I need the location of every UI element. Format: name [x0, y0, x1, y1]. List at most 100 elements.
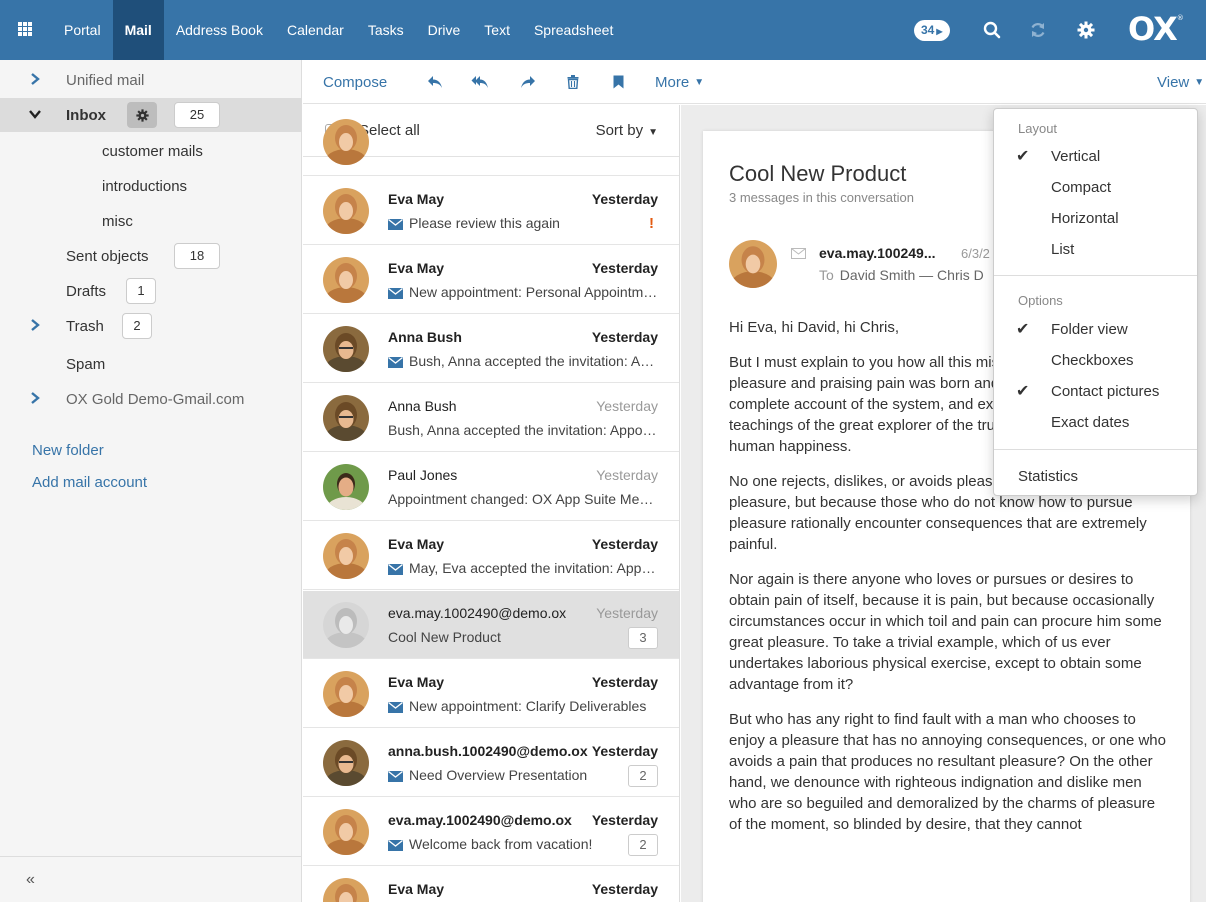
folder-customer-mails[interactable]: customer mails [0, 134, 302, 168]
settings-gear-icon[interactable] [1072, 16, 1100, 44]
mail-date: Yesterday [591, 536, 658, 552]
mail-list-item[interactable]: Paul Jones Yesterday Appointment changed: … [303, 453, 679, 521]
layout-horizontal-option[interactable]: Horizontal [994, 205, 1197, 235]
option-label: Vertical [1051, 148, 1101, 165]
tab-portal[interactable]: Portal [52, 0, 113, 60]
folder-label: introductions [102, 177, 188, 195]
thread-count: 2 [628, 834, 658, 856]
delete-trash-icon[interactable] [567, 60, 579, 104]
double-chevron-left-icon: « [26, 871, 35, 888]
more-dropdown[interactable]: More ▼ [655, 60, 704, 104]
mail-date: Yesterday [596, 467, 658, 483]
tab-text[interactable]: Text [472, 0, 522, 60]
tab-calendar[interactable]: Calendar [275, 0, 356, 60]
app-launcher-icon[interactable] [18, 22, 32, 36]
folder-drafts[interactable]: Drafts 1 [0, 274, 302, 308]
tab-spreadsheet[interactable]: Spreadsheet [522, 0, 625, 60]
tab-address-book[interactable]: Address Book [164, 0, 275, 60]
folder-options-gear-icon[interactable] [127, 102, 157, 128]
view-dropdown[interactable]: View ▼ [1157, 60, 1204, 104]
statistics-option[interactable]: Statistics [1018, 468, 1078, 485]
sender-avatar[interactable] [729, 240, 777, 288]
mail-list-item-partial[interactable] [303, 108, 679, 176]
folder-label: Trash [66, 317, 104, 335]
mail-list-item[interactable]: Anna Bush Yesterday Bush, Anna accepted th… [303, 384, 679, 452]
ox-logo: OX® [1128, 10, 1184, 48]
folder-spam[interactable]: Spam [0, 347, 302, 381]
app-tabs: Portal Mail Address Book Calendar Tasks … [52, 0, 625, 60]
folder-trash[interactable]: Trash 2 [0, 309, 302, 343]
layout-list-option[interactable]: List [994, 236, 1197, 266]
folder-misc[interactable]: misc [0, 204, 302, 238]
bookmark-flag-icon[interactable] [613, 60, 624, 104]
mail-list-item[interactable]: anna.bush.1002490@demo.ox Yesterday Need O… [303, 729, 679, 797]
new-folder-link[interactable]: New folder [32, 442, 104, 459]
folder-label: Unified mail [66, 71, 145, 89]
chevron-right-icon[interactable] [28, 72, 42, 86]
mail-list-item[interactable]: Eva May Yesterday May, Eva accepted the in… [303, 522, 679, 590]
mail-list-item[interactable]: eva.may.1002490@demo.ox Yesterday Cool New… [303, 591, 679, 659]
refresh-icon[interactable] [1024, 16, 1052, 44]
layout-compact-option[interactable]: Compact [994, 174, 1197, 204]
tab-tasks[interactable]: Tasks [356, 0, 416, 60]
folder-inbox[interactable]: Inbox 25 [0, 98, 302, 132]
contact-avatar [323, 602, 369, 648]
search-icon[interactable] [978, 16, 1006, 44]
layout-section-header: Layout [1018, 121, 1058, 136]
checkmark-icon: ✔ [1016, 148, 1030, 165]
mail-subject: Need Overview Presentation [409, 767, 588, 783]
contact-avatar [323, 464, 369, 510]
mail-sender: Eva May [388, 536, 445, 552]
sender-address[interactable]: eva.may.100249... [819, 245, 936, 261]
option-folder-view[interactable]: ✔ Folder view [994, 316, 1197, 346]
mail-list-item[interactable]: Anna Bush Yesterday Bush, Anna accepted th… [303, 315, 679, 383]
tab-mail[interactable]: Mail [112, 0, 164, 60]
chevron-right-icon[interactable] [28, 318, 42, 332]
forward-icon[interactable] [520, 60, 536, 104]
option-contact-pictures[interactable]: ✔ Contact pictures [994, 378, 1197, 408]
folder-label: Sent objects [66, 247, 149, 265]
option-checkboxes[interactable]: Checkboxes [994, 347, 1197, 377]
mail-list-item[interactable]: Eva May Yesterday New appointment: Persona… [303, 246, 679, 314]
chevron-down-icon[interactable] [28, 107, 42, 121]
view-label: View [1157, 73, 1190, 91]
mail-list-item[interactable]: Eva May Yesterday New appointment: Clarify… [303, 660, 679, 728]
folder-introductions[interactable]: introductions [0, 169, 302, 203]
mail-subject: Bush, Anna accepted the invitation: Appo… [388, 422, 658, 438]
mail-subject: New appointment: Personal Appointment [409, 284, 659, 300]
option-label: Checkboxes [1051, 352, 1134, 369]
notification-badge[interactable]: 34 ▶ [914, 20, 950, 41]
folder-sent-objects[interactable]: Sent objects 18 [0, 239, 302, 273]
message-date: 6/3/2 [961, 246, 990, 261]
mail-sender: eva.may.1002490@demo.ox [388, 812, 572, 828]
notification-count: 34 [921, 23, 935, 37]
mail-sender: Anna Bush [388, 329, 462, 345]
mail-list-item[interactable]: eva.may.1002490@demo.ox Yesterday Welcome … [303, 798, 679, 866]
option-label: Exact dates [1051, 414, 1130, 431]
reply-icon[interactable] [427, 60, 443, 104]
mail-date: Yesterday [591, 812, 658, 828]
option-label: Compact [1051, 179, 1112, 196]
mail-list-item[interactable]: Eva May Yesterday Please review this again… [303, 177, 679, 245]
tab-drive[interactable]: Drive [416, 0, 473, 60]
unread-count: 25 [174, 102, 220, 128]
chevron-right-icon[interactable] [28, 391, 42, 405]
contact-avatar [323, 257, 369, 303]
reply-all-icon[interactable] [471, 60, 489, 104]
mail-subject: Bush, Anna accepted the invitation: Appo… [409, 353, 659, 369]
options-section-header: Options [1018, 293, 1063, 308]
caret-down-icon: ▼ [694, 76, 705, 88]
compose-button[interactable]: Compose [323, 60, 387, 104]
folder-unified-mail[interactable]: Unified mail [0, 63, 302, 97]
folder-account-gmail[interactable]: OX Gold Demo-Gmail.com [0, 382, 302, 416]
envelope-unread-icon [388, 219, 403, 230]
add-mail-account-link[interactable]: Add mail account [32, 474, 147, 491]
mail-sender: Paul Jones [388, 467, 458, 483]
layout-vertical-option[interactable]: ✔ Vertical [994, 143, 1197, 173]
recipients[interactable]: David Smith — Chris D [840, 267, 984, 283]
mail-list-item[interactable]: Eva May Yesterday [303, 867, 679, 902]
caret-down-icon: ▼ [1194, 76, 1205, 88]
option-exact-dates[interactable]: Exact dates [994, 409, 1197, 439]
folder-label: customer mails [102, 142, 203, 160]
collapse-sidebar-button[interactable]: « [0, 856, 302, 902]
